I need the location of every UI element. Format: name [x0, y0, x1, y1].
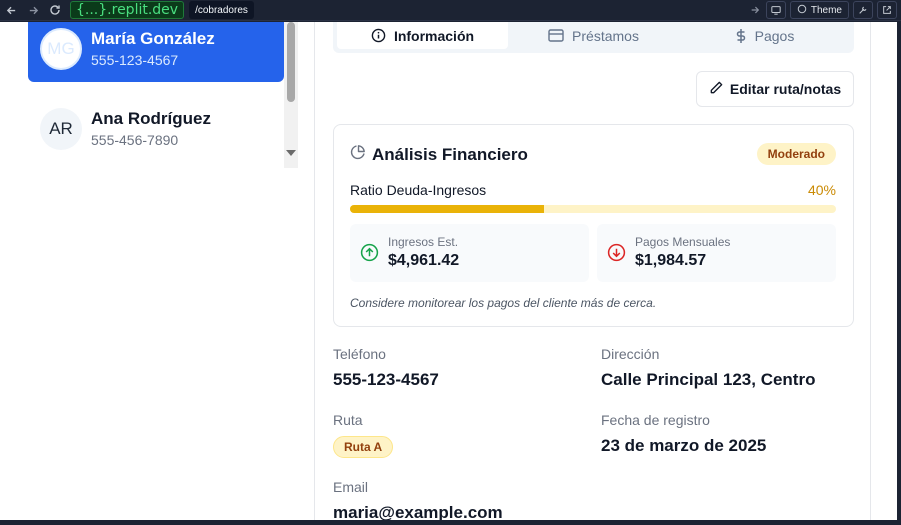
client-info: Ana Rodríguez 555-456-7890 — [91, 108, 211, 150]
debt-income-ratio-value: 40% — [807, 182, 836, 198]
scrollbar-thumb[interactable] — [287, 22, 295, 102]
monthly-payments-stat: Pagos Mensuales $1,984.57 — [597, 224, 836, 282]
tab-label: Pagos — [754, 27, 795, 44]
forward-arrow-icon[interactable] — [22, 0, 44, 21]
debt-income-progress-bar — [350, 205, 836, 213]
tab-informacion[interactable]: Información — [337, 22, 508, 49]
tab-pagos[interactable]: Pagos — [679, 22, 850, 49]
client-list-panel: MG María González 555-123-4567 AR Ana Ro… — [0, 22, 315, 520]
arrow-down-circle-icon — [607, 243, 626, 267]
edit-button-label: Editar ruta/notas — [729, 81, 842, 97]
wrench-icon[interactable] — [853, 1, 873, 19]
back-arrow-icon[interactable] — [0, 0, 22, 21]
dollar-sign-icon — [735, 28, 747, 44]
debt-income-ratio-label: Ratio Deuda-Ingresos — [350, 182, 487, 198]
field-label: Ruta — [333, 412, 363, 428]
financial-analysis-card: Análisis Financiero Moderado Ratio Deuda… — [333, 124, 854, 327]
detail-tabs: Información Préstamos Pagos — [333, 22, 854, 53]
route-field: Ruta Ruta A — [333, 412, 394, 458]
field-value: 23 de marzo de 2025 — [601, 436, 767, 455]
stat-value: $1,984.57 — [635, 252, 707, 269]
browser-toolbar: {...}.replit.dev /cobradores Theme — [0, 0, 901, 21]
arrow-up-circle-icon — [360, 243, 379, 267]
field-label: Email — [333, 479, 369, 495]
financial-analysis-title: Análisis Financiero — [350, 144, 528, 165]
financial-note: Considere monitorear los pagos del clien… — [350, 296, 657, 310]
edit-route-notes-button[interactable]: Editar ruta/notas — [696, 71, 854, 107]
avatar: MG — [40, 27, 82, 70]
client-info: María González 555-123-4567 — [91, 28, 215, 70]
progress-bar-fill — [350, 205, 545, 213]
client-phone: 555-456-7890 — [91, 132, 179, 148]
field-label: Fecha de registro — [601, 412, 710, 428]
avatar: AR — [40, 108, 82, 150]
stat-label: Ingresos Est. — [388, 235, 459, 249]
info-icon — [371, 28, 386, 43]
credit-card-icon — [548, 29, 564, 42]
theme-button[interactable]: Theme — [789, 1, 849, 19]
client-name: María González — [91, 28, 215, 48]
field-label: Dirección — [601, 346, 660, 362]
registration-date-field: Fecha de registro 23 de marzo de 2025 — [601, 412, 766, 456]
client-detail-panel: Información Préstamos Pagos Editar ruta/… — [316, 22, 871, 520]
field-value: maria@example.com — [333, 503, 503, 520]
stat-value: $4,961.42 — [388, 252, 460, 269]
tab-label: Préstamos — [572, 27, 639, 44]
url-domain[interactable]: {...}.replit.dev — [70, 1, 185, 19]
card-title-text: Análisis Financiero — [372, 144, 528, 164]
client-phone: 555-123-4567 — [91, 51, 179, 68]
theme-button-label: Theme — [810, 4, 842, 16]
tab-prestamos[interactable]: Préstamos — [508, 22, 679, 49]
client-list-scrollbar[interactable] — [284, 22, 298, 168]
client-name: Ana Rodríguez — [91, 109, 211, 128]
client-item-maria[interactable]: MG María González 555-123-4567 — [28, 22, 284, 82]
scroll-down-arrow-icon[interactable] — [286, 150, 296, 156]
field-value: 555-123-4567 — [333, 370, 439, 389]
page-margin — [872, 22, 897, 520]
devtools-icon[interactable] — [765, 1, 786, 19]
route-badge: Ruta A — [333, 436, 394, 458]
field-label: Teléfono — [333, 346, 386, 362]
client-list: MG María González 555-123-4567 AR Ana Ro… — [28, 22, 284, 162]
stat-label: Pagos Mensuales — [635, 235, 731, 249]
phone-field: Teléfono 555-123-4567 — [333, 346, 439, 390]
estimated-income-stat: Ingresos Est. $4,961.42 — [350, 224, 589, 282]
email-field: Email maria@example.com — [333, 479, 503, 520]
pie-chart-icon — [350, 144, 366, 165]
address-field: Dirección Calle Principal 123, Centro — [601, 346, 815, 390]
tab-label: Información — [393, 27, 475, 44]
external-link-icon[interactable] — [877, 1, 897, 19]
palette-icon — [797, 4, 807, 17]
app-page: MG María González 555-123-4567 AR Ana Ro… — [0, 22, 897, 520]
go-arrow-icon[interactable] — [744, 0, 766, 21]
client-item-ana[interactable]: AR Ana Rodríguez 555-456-7890 — [28, 96, 284, 162]
url-path[interactable]: /cobradores — [189, 1, 254, 19]
field-value: Calle Principal 123, Centro — [601, 370, 816, 389]
risk-status-badge: Moderado — [756, 143, 836, 165]
pencil-icon — [709, 80, 724, 98]
reload-icon[interactable] — [44, 0, 66, 21]
